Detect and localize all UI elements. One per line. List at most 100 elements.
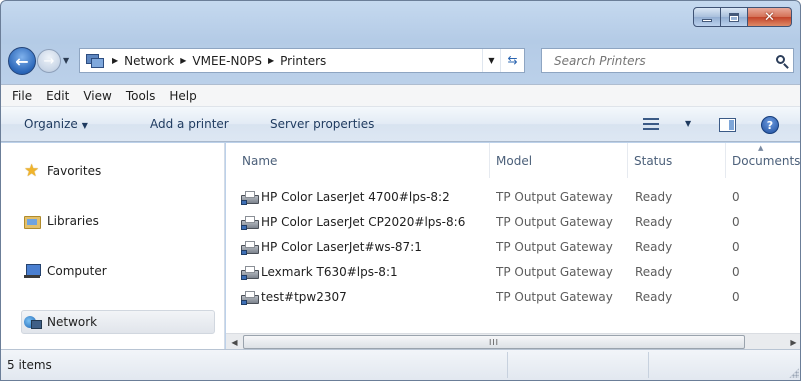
printer-status: Ready [635, 240, 673, 254]
horizontal-scrollbar[interactable]: ◀ III ▶ [226, 333, 800, 350]
search-box[interactable] [541, 48, 794, 73]
network-printer-icon [241, 190, 259, 205]
breadcrumb-chevron-icon[interactable]: ▶ [268, 56, 274, 65]
nav-network-label: Network [47, 315, 98, 329]
breadcrumb-chevron-icon[interactable]: ▶ [112, 56, 118, 65]
nav-libraries[interactable]: Libraries [24, 209, 99, 233]
column-header-documents[interactable]: ▲ Documents [726, 143, 801, 178]
breadcrumb-server[interactable]: VMEE-N0PS [192, 54, 262, 68]
minimize-button[interactable] [693, 7, 721, 27]
status-bar: 5 items [1, 349, 800, 380]
help-icon[interactable]: ? [761, 116, 779, 134]
menu-file[interactable]: File [5, 89, 39, 103]
preview-pane-icon[interactable] [719, 118, 736, 132]
network-printer-icon [241, 215, 259, 230]
recent-pages-dropdown[interactable]: ▼ [63, 56, 69, 65]
close-button[interactable]: ✕ [748, 7, 792, 27]
server-properties-button[interactable]: Server properties [270, 107, 374, 142]
breadcrumb-chevron-icon[interactable]: ▶ [180, 56, 186, 65]
printer-model: TP Output Gateway [496, 215, 613, 229]
star-icon: ★ [24, 161, 40, 181]
scroll-right-icon[interactable]: ▶ [785, 334, 800, 350]
printer-name: HP Color LaserJet#ws-87:1 [261, 240, 422, 254]
organize-label: Organize [24, 117, 78, 131]
minimize-icon [702, 18, 712, 22]
table-row[interactable]: HP Color LaserJet 4700#lps-8:2 TP Output… [226, 185, 800, 210]
search-input[interactable] [542, 49, 771, 72]
forward-button[interactable]: → [37, 49, 61, 73]
printer-name-cell: HP Color LaserJet#ws-87:1 [241, 235, 493, 260]
scrollbar-thumb[interactable]: III [243, 335, 745, 349]
table-row[interactable]: test#tpw2307 TP Output Gateway Ready 0 [226, 285, 800, 310]
back-button[interactable]: ← [8, 47, 36, 75]
table-row[interactable]: HP Color LaserJet#ws-87:1 TP Output Gate… [226, 235, 800, 260]
address-history-dropdown[interactable]: ▼ [482, 49, 500, 72]
printer-status: Ready [635, 290, 673, 304]
column-header-status[interactable]: Status [628, 143, 726, 178]
explorer-window: ✕ ← → ▼ ▶ Network ▶ VMEE-N0PS ▶ Printers… [0, 0, 801, 381]
nav-favorites[interactable]: ★ Favorites [24, 159, 101, 183]
column-header-documents-label: Documents [732, 154, 801, 168]
printer-documents: 0 [732, 190, 740, 204]
status-divider [648, 352, 649, 378]
printer-name-cell: HP Color LaserJet CP2020#lps-8:6 [241, 210, 493, 235]
item-count: 5 items [7, 358, 52, 372]
address-bar[interactable]: ▶ Network ▶ VMEE-N0PS ▶ Printers ▼ ⇆ [79, 48, 525, 73]
computer-icon [24, 263, 41, 279]
add-printer-button[interactable]: Add a printer [150, 107, 229, 142]
printer-status: Ready [635, 265, 673, 279]
change-view-icon[interactable] [643, 118, 659, 131]
printer-name: HP Color LaserJet 4700#lps-8:2 [261, 190, 450, 204]
view-options-chevron-icon[interactable]: ▼ [685, 119, 691, 128]
breadcrumb-network[interactable]: Network [124, 54, 174, 68]
table-row[interactable]: HP Color LaserJet CP2020#lps-8:6 TP Outp… [226, 210, 800, 235]
printer-documents: 0 [732, 265, 740, 279]
printer-model: TP Output Gateway [496, 265, 613, 279]
sort-arrow-icon: ▲ [758, 144, 764, 152]
resize-grip-icon[interactable] [789, 368, 799, 378]
printer-model: TP Output Gateway [496, 190, 613, 204]
printer-name-cell: test#tpw2307 [241, 285, 493, 310]
column-header-name[interactable]: Name [236, 143, 490, 178]
printer-documents: 0 [732, 215, 740, 229]
navigation-pane: ★ Favorites Libraries Computer Network [1, 143, 225, 349]
printer-documents: 0 [732, 240, 740, 254]
command-bar: Organize ▼ Add a printer Server propertie… [1, 107, 800, 142]
forward-arrow-icon: → [43, 53, 55, 69]
nav-libraries-label: Libraries [47, 214, 99, 228]
printer-name-cell: HP Color LaserJet 4700#lps-8:2 [241, 185, 493, 210]
menu-view[interactable]: View [76, 89, 118, 103]
menu-bar: File Edit View Tools Help [1, 84, 800, 107]
menu-edit[interactable]: Edit [39, 89, 76, 103]
scroll-left-icon[interactable]: ◀ [226, 334, 243, 350]
thumb-grip: III [488, 337, 500, 347]
network-printer-icon [241, 265, 259, 280]
organize-button[interactable]: Organize ▼ [24, 107, 88, 142]
nav-computer[interactable]: Computer [24, 259, 107, 283]
column-header-model[interactable]: Model [490, 143, 628, 178]
breadcrumb-printers[interactable]: Printers [280, 54, 326, 68]
printer-name: Lexmark T630#lps-8:1 [261, 265, 398, 279]
maximize-button[interactable] [721, 7, 748, 27]
printer-model: TP Output Gateway [496, 240, 613, 254]
network-printer-icon [241, 240, 259, 255]
nav-network[interactable]: Network [21, 310, 215, 334]
refresh-icon[interactable]: ⇆ [500, 49, 524, 72]
network-icon [24, 314, 42, 330]
close-icon: ✕ [764, 9, 775, 25]
file-list: Name Model Status ▲ Documents HP Color L… [226, 143, 801, 349]
table-row[interactable]: Lexmark T630#lps-8:1 TP Output Gateway R… [226, 260, 800, 285]
nav-favorites-label: Favorites [47, 164, 102, 178]
printer-documents: 0 [732, 290, 740, 304]
libraries-icon [24, 213, 41, 229]
printer-name-cell: Lexmark T630#lps-8:1 [241, 260, 493, 285]
menu-help[interactable]: Help [162, 89, 203, 103]
chevron-down-icon: ▼ [81, 121, 88, 130]
menu-tools[interactable]: Tools [119, 89, 163, 103]
back-arrow-icon: ← [15, 51, 29, 71]
maximize-icon [729, 12, 739, 22]
printer-name: test#tpw2307 [261, 290, 347, 304]
printer-status: Ready [635, 190, 673, 204]
search-icon[interactable] [771, 49, 793, 72]
caption-buttons: ✕ [693, 7, 792, 27]
